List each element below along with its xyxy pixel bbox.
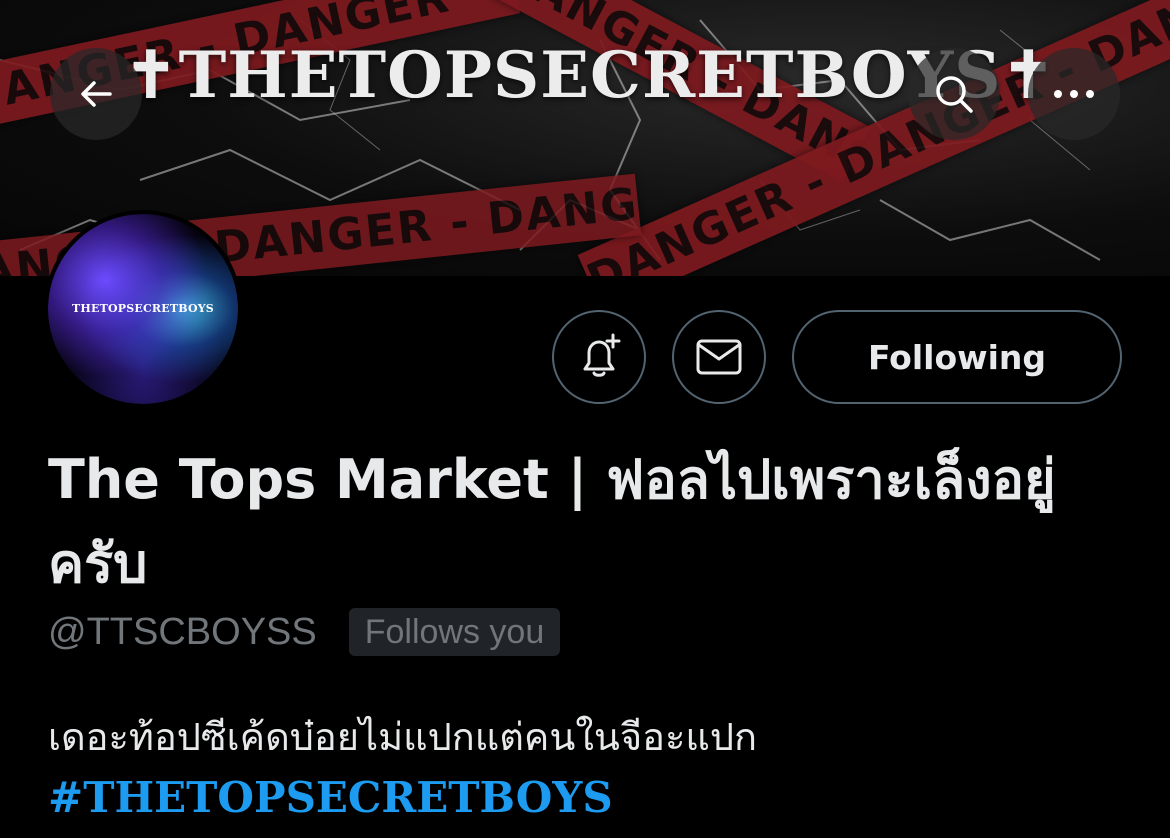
message-button[interactable]: [672, 310, 766, 404]
avatar-image: THETOPSECRETBOYS: [48, 214, 238, 404]
follows-you-badge: Follows you: [348, 608, 561, 656]
avatar[interactable]: THETOPSECRETBOYS: [44, 210, 242, 408]
bio-text: เดอะท้อปซีเค้ดบ๋อยไม่แปกแต่คนในจีอะแปก: [48, 715, 757, 759]
following-button[interactable]: Following: [792, 310, 1122, 404]
avatar-label: THETOPSECRETBOYS: [72, 302, 214, 315]
user-handle: @TTSCBOYSS: [48, 610, 317, 653]
bio-hashtag-link[interactable]: #THETOPSECRETBOYS: [48, 766, 1128, 830]
more-icon: [1054, 90, 1094, 98]
bell-plus-icon: [583, 333, 621, 377]
mail-icon: [696, 339, 742, 375]
handle-row: @TTSCBOYSS Follows you: [48, 606, 561, 658]
search-icon: [936, 76, 973, 113]
back-arrow-icon: [81, 81, 112, 107]
back-button[interactable]: [50, 48, 142, 140]
display-name: The Tops Market | ฟอลไปเพราะเล็งอยู่ครับ: [48, 448, 1056, 595]
bio: เดอะท้อปซีเค้ดบ๋อยไม่แปกแต่คนในจีอะแปก #…: [48, 708, 1128, 830]
notifications-button[interactable]: [552, 310, 646, 404]
more-button[interactable]: [1028, 48, 1120, 140]
search-button[interactable]: [908, 48, 1000, 140]
